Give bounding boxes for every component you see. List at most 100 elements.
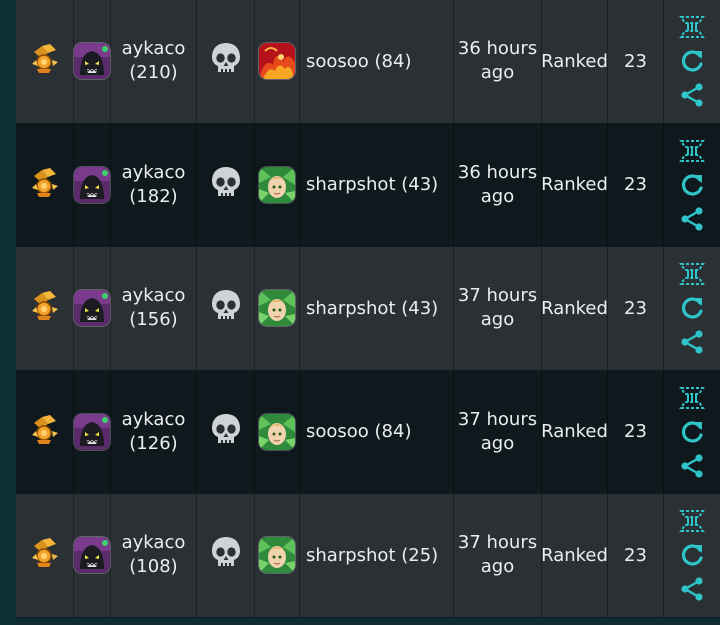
time-line2: ago: [480, 556, 515, 578]
replay-icon[interactable]: [679, 261, 705, 287]
player2-cell: soosoo (84): [300, 370, 454, 493]
player2-name[interactable]: soosoo (84): [306, 51, 411, 72]
player1-avatar[interactable]: [74, 537, 110, 574]
replay-icon[interactable]: [679, 14, 705, 40]
rematch-icon[interactable]: [679, 295, 705, 321]
number-cell: 23: [608, 0, 664, 123]
number-cell: 23: [608, 494, 664, 617]
player1-score: (210): [129, 62, 178, 84]
mode-cell: Ranked: [541, 0, 608, 123]
time-line2: ago: [480, 432, 515, 454]
time-line2: ago: [480, 309, 515, 331]
game-mode: Ranked: [541, 50, 608, 72]
winner-trophy-icon: [28, 166, 62, 204]
player1-name[interactable]: aykaco: [122, 284, 186, 308]
player2-avatar-cell: [255, 123, 300, 246]
player1-avatar-cell: [74, 494, 111, 617]
player2-cell: soosoo (84): [300, 0, 454, 123]
player2-avatar[interactable]: [259, 413, 295, 450]
player2-cell: sharpshot (25): [300, 494, 454, 617]
time-cell: 36 hours ago: [454, 0, 542, 123]
time-line1: 37 hours: [457, 285, 538, 307]
player1-name[interactable]: aykaco: [122, 408, 186, 432]
player2-avatar[interactable]: [259, 537, 295, 574]
player2-avatar-cell: [255, 494, 300, 617]
match-number: 23: [624, 297, 647, 319]
skull-icon: [210, 165, 242, 205]
skull-icon: [210, 412, 242, 452]
defeat-cell: [197, 247, 255, 370]
result-cell: [16, 494, 74, 617]
player2-avatar[interactable]: [259, 290, 295, 327]
player1-avatar-cell: [74, 370, 111, 493]
match-number: 23: [624, 421, 647, 443]
rematch-icon[interactable]: [679, 172, 705, 198]
time-cell: 36 hours ago: [454, 123, 542, 246]
player2-name[interactable]: sharpshot (25): [306, 545, 438, 566]
match-history-page: aykaco (210) soosoo (84) 36 hours ago Ra…: [0, 0, 720, 625]
number-cell: 23: [608, 123, 664, 246]
player2-cell: sharpshot (43): [300, 123, 454, 246]
player1-name[interactable]: aykaco: [122, 531, 186, 555]
player1-name[interactable]: aykaco: [122, 161, 186, 185]
player1-cell: aykaco (126): [111, 370, 197, 493]
match-number: 23: [624, 174, 647, 196]
player1-avatar[interactable]: [74, 413, 110, 450]
player2-avatar-cell: [255, 0, 300, 123]
player2-avatar[interactable]: [259, 43, 295, 80]
actions-cell: [664, 124, 720, 247]
game-mode: Ranked: [541, 544, 608, 566]
player2-avatar[interactable]: [259, 166, 295, 203]
player1-avatar[interactable]: [74, 290, 110, 327]
winner-trophy-icon: [28, 289, 62, 327]
player1-avatar[interactable]: [74, 43, 110, 80]
player2-name[interactable]: sharpshot (43): [306, 298, 438, 319]
skull-icon: [210, 288, 242, 328]
player2-name[interactable]: soosoo (84): [306, 421, 411, 442]
player1-cell: aykaco (156): [111, 247, 197, 370]
rematch-icon[interactable]: [679, 419, 705, 445]
result-cell: [16, 0, 74, 123]
player2-name[interactable]: sharpshot (43): [306, 174, 438, 195]
share-icon[interactable]: [679, 576, 705, 602]
defeat-cell: [197, 123, 255, 246]
number-cell: 23: [608, 247, 664, 370]
winner-trophy-icon: [28, 413, 62, 451]
actions-cell: [664, 371, 720, 494]
result-cell: [16, 370, 74, 493]
time-cell: 37 hours ago: [454, 494, 542, 617]
player2-avatar-cell: [255, 247, 300, 370]
share-icon[interactable]: [679, 329, 705, 355]
mode-cell: Ranked: [541, 123, 608, 246]
match-row: aykaco (182) sharpshot (43) 36 hours ago: [16, 123, 720, 247]
replay-icon[interactable]: [679, 385, 705, 411]
player1-avatar[interactable]: [74, 166, 110, 203]
player2-avatar-cell: [255, 370, 300, 493]
player1-cell: aykaco (210): [111, 0, 197, 123]
share-icon[interactable]: [679, 453, 705, 479]
player1-avatar-cell: [74, 247, 111, 370]
winner-trophy-icon: [28, 42, 62, 80]
player2-cell: sharpshot (43): [300, 247, 454, 370]
game-mode: Ranked: [541, 297, 608, 319]
defeat-cell: [197, 370, 255, 493]
defeat-cell: [197, 494, 255, 617]
player1-name[interactable]: aykaco: [122, 37, 186, 61]
match-row: aykaco (126) soosoo (84) 37 hours ago Ra…: [16, 370, 720, 494]
actions-cell: [664, 494, 720, 617]
game-mode: Ranked: [541, 174, 608, 196]
left-scroll-edge: [0, 0, 16, 625]
rematch-icon[interactable]: [679, 48, 705, 74]
rematch-icon[interactable]: [679, 542, 705, 568]
replay-icon[interactable]: [679, 138, 705, 164]
replay-icon[interactable]: [679, 508, 705, 534]
share-icon[interactable]: [679, 206, 705, 232]
match-history-table: aykaco (210) soosoo (84) 36 hours ago Ra…: [16, 0, 720, 618]
actions-cell: [664, 0, 720, 123]
time-line2: ago: [480, 62, 515, 84]
match-number: 23: [624, 544, 647, 566]
share-icon[interactable]: [679, 82, 705, 108]
skull-icon: [210, 535, 242, 575]
player1-cell: aykaco (108): [111, 494, 197, 617]
player1-score: (126): [129, 432, 178, 454]
